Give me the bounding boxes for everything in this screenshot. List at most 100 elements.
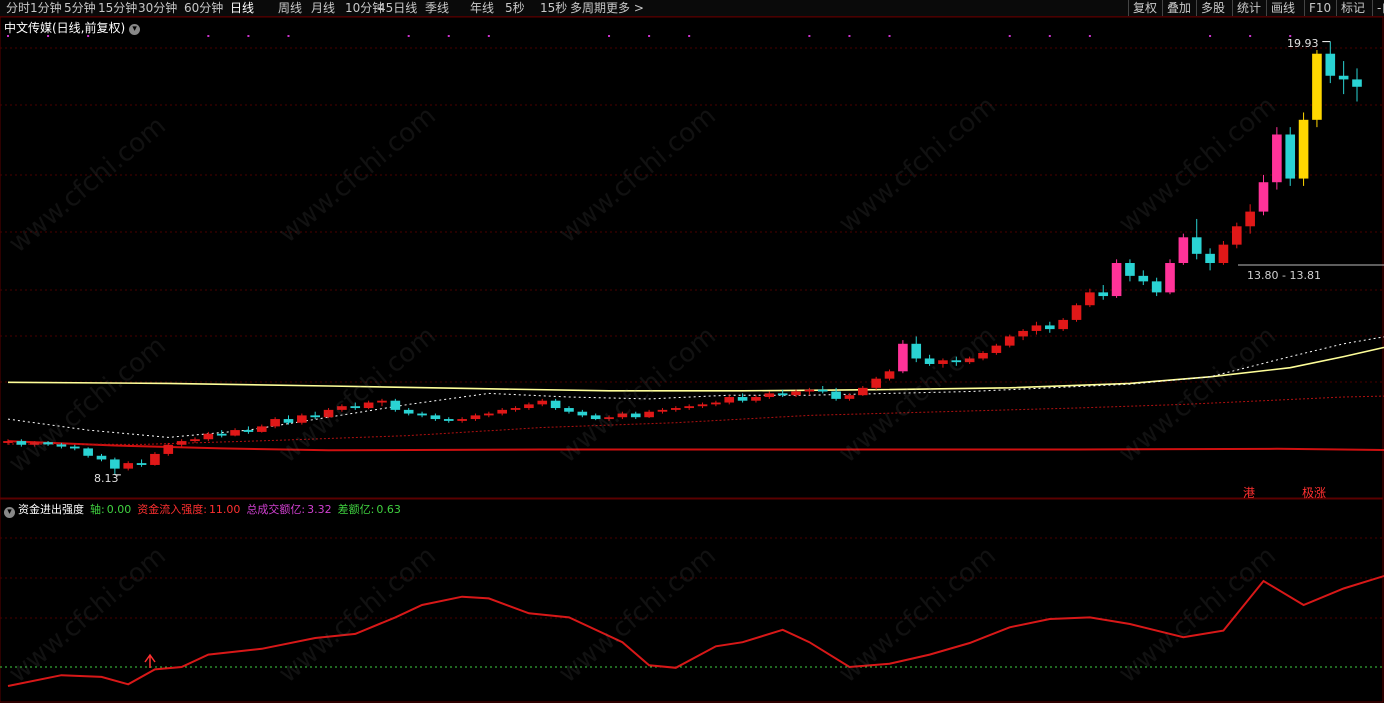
- candle-body: [550, 400, 561, 409]
- signal-dot: [1088, 35, 1091, 37]
- signal-dot: [848, 35, 851, 37]
- candle-body: [858, 387, 868, 396]
- candle-body: [764, 393, 775, 398]
- candle-body: [1298, 119, 1309, 179]
- candle-body: [403, 409, 414, 414]
- signal-dot: [487, 35, 490, 37]
- signal-dot: [1048, 35, 1051, 37]
- candle-body: [1231, 226, 1242, 245]
- fund-strength-line: [7, 575, 1384, 687]
- hk-tag[interactable]: 港: [1243, 484, 1255, 501]
- signal-dot: [87, 35, 90, 37]
- candle-body: [791, 391, 801, 396]
- candle-body: [337, 406, 347, 410]
- candle-body: [1272, 134, 1282, 183]
- low-price-label: 8.13: [94, 472, 119, 485]
- candle-body: [230, 430, 240, 436]
- candle-body: [737, 397, 748, 401]
- candle-body: [190, 439, 200, 442]
- signal-dot: [407, 35, 410, 37]
- candle-body: [510, 408, 521, 410]
- candle-body: [1085, 292, 1095, 306]
- kline-chart[interactable]: [0, 0, 1384, 703]
- candle-body: [991, 345, 1002, 353]
- candle-body: [804, 389, 815, 392]
- candle-body: [256, 426, 267, 432]
- signal-dot: [7, 35, 9, 37]
- candle-body: [590, 415, 601, 420]
- candle-body: [150, 453, 160, 465]
- candle-body: [470, 415, 481, 420]
- candle-body: [123, 463, 134, 469]
- candle-body: [1191, 237, 1202, 254]
- candle-body: [604, 417, 614, 420]
- candle-body: [1151, 281, 1162, 293]
- signal-dot: [1008, 35, 1011, 37]
- candle-body: [1178, 237, 1189, 264]
- candle-body: [1352, 79, 1362, 87]
- signal-dot: [808, 35, 811, 37]
- candle-body: [524, 404, 534, 409]
- candle-body: [1044, 325, 1055, 330]
- signal-dot: [47, 35, 50, 37]
- candle-body: [1031, 325, 1042, 331]
- signal-dot: [247, 35, 250, 37]
- candle-body: [644, 411, 654, 418]
- candle-body: [363, 402, 374, 409]
- ma-short-dotted-line: [7, 336, 1384, 438]
- candle-body: [1098, 292, 1109, 297]
- lower-band-line: [7, 440, 1384, 452]
- candle-body: [1325, 53, 1336, 76]
- candle-body: [1071, 305, 1082, 320]
- candle-body: [1312, 53, 1322, 120]
- candle-body: [16, 441, 27, 445]
- candle-body: [3, 441, 13, 443]
- candle-body: [283, 419, 294, 423]
- candle-body: [216, 433, 227, 436]
- candle-body: [69, 446, 80, 449]
- candle-body: [671, 408, 681, 410]
- candle-body: [43, 442, 53, 445]
- candle-body: [1018, 330, 1028, 337]
- candle-body: [56, 444, 67, 447]
- signal-dot: [447, 35, 450, 37]
- candle-body: [964, 358, 975, 363]
- candle-body: [684, 406, 694, 409]
- candle-body: [777, 393, 788, 396]
- candle-body: [630, 413, 641, 418]
- candle-body: [657, 409, 668, 412]
- candle-body: [96, 455, 107, 460]
- candle-body: [911, 343, 922, 359]
- candle-body: [831, 391, 841, 399]
- candle-body: [697, 404, 708, 407]
- candle-body: [390, 400, 401, 410]
- limit-up-tag[interactable]: 极涨: [1302, 484, 1326, 501]
- candle-body: [163, 444, 174, 454]
- candle-body: [243, 430, 254, 432]
- candle-body: [1258, 182, 1269, 212]
- signal-dot: [688, 35, 691, 37]
- candle-body: [484, 413, 494, 416]
- candle-body: [871, 378, 881, 388]
- candle-body: [978, 352, 988, 359]
- candle-body: [951, 360, 962, 363]
- candle-body: [1165, 263, 1175, 293]
- candle-body: [1245, 211, 1255, 227]
- candle-body: [537, 400, 548, 405]
- candle-body: [938, 360, 948, 364]
- candle-body: [751, 397, 761, 401]
- candle-body: [417, 413, 427, 416]
- candle-body: [898, 343, 908, 372]
- buy-signal-arrow-icon: [144, 653, 156, 668]
- candle-body: [924, 358, 935, 364]
- candle-body: [1125, 263, 1135, 276]
- candle-body: [377, 400, 387, 403]
- candle-body: [884, 371, 895, 379]
- candle-body: [497, 409, 507, 414]
- signal-dot: [1209, 35, 1212, 37]
- indicator-panel-frame: [0, 498, 1384, 703]
- candle-body: [564, 408, 574, 412]
- support-dotted-line: [7, 395, 1384, 445]
- candle-body: [1205, 253, 1215, 264]
- candle-body: [310, 415, 321, 418]
